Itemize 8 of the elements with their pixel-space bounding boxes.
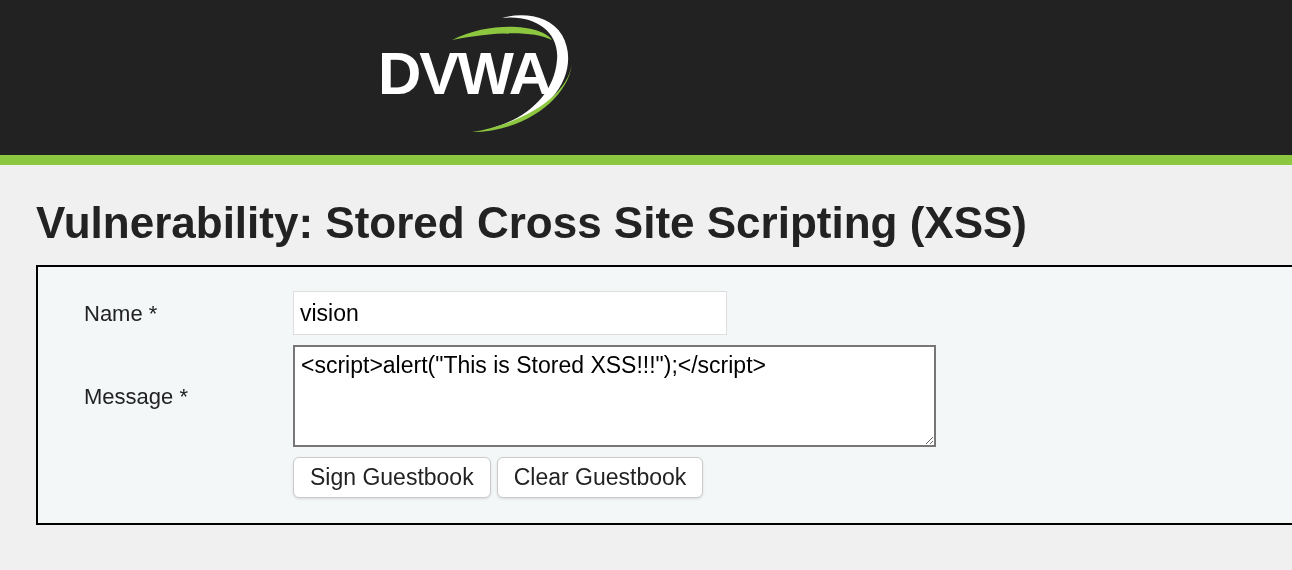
message-textarea[interactable]: <script>alert("This is Stored XSS!!!");</script>: [293, 345, 936, 447]
form-button[interactable]: Sign Guestbook: [293, 457, 491, 498]
field-label: Message *: [84, 382, 189, 411]
field-label: Name *: [84, 299, 159, 328]
name-input[interactable]: vision: [293, 291, 727, 335]
logo-text: DVWA: [378, 44, 550, 104]
form-button[interactable]: Clear Guestbook: [496, 457, 704, 498]
page-title: Vulnerability: Stored Cross Site Scripting (XSS): [36, 197, 1028, 249]
